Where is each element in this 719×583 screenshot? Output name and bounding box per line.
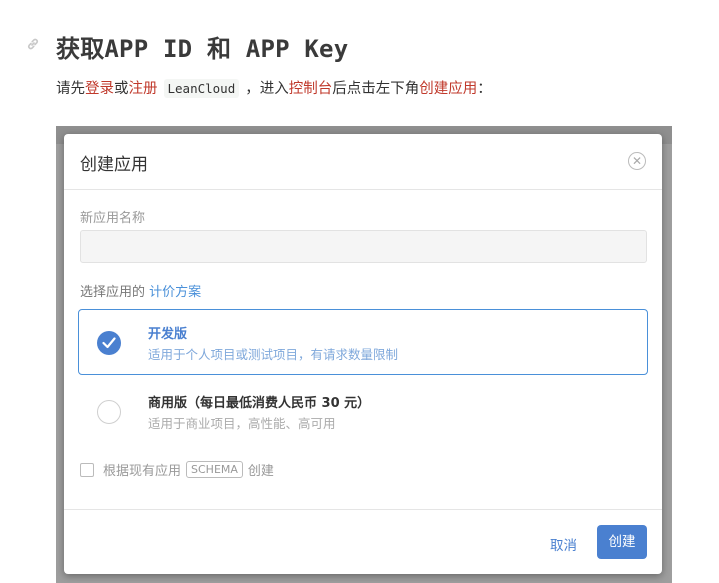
schema-text-after: 创建 — [247, 464, 274, 479]
schema-checkbox[interactable] — [80, 462, 94, 477]
plan-description: 适用于商业项目，高性能、高可用 — [148, 416, 336, 431]
plan-description: 适用于个人项目或测试项目，有请求数量限制 — [148, 347, 399, 362]
intro-text: ，进入 — [245, 81, 289, 97]
close-icon[interactable]: ✕ — [628, 152, 646, 170]
plan-prompt: 选择应用的 计价方案 — [80, 281, 201, 300]
page-title: 获取APP ID 和 APP Key — [56, 35, 349, 63]
login-link[interactable]: 登录 — [85, 81, 114, 97]
register-link[interactable]: 注册 — [129, 81, 158, 97]
link-icon[interactable] — [26, 36, 40, 50]
dialog-footer: 取消 创建 — [64, 509, 662, 574]
plan-name: 开发版 — [148, 327, 188, 342]
app-name-input[interactable] — [80, 230, 647, 263]
product-code: LeanCloud — [163, 79, 240, 98]
create-button[interactable]: 创建 — [597, 525, 647, 559]
radio-checked-icon[interactable] — [97, 331, 121, 355]
radio-unchecked-icon[interactable] — [97, 400, 121, 424]
dialog-header: 创建应用 ✕ — [64, 134, 662, 190]
dialog-title: 创建应用 — [80, 155, 148, 175]
intro-text: 请先 — [56, 81, 85, 97]
cancel-button[interactable]: 取消 — [550, 534, 577, 554]
intro-text: ： — [477, 81, 492, 97]
plan-name: 商用版（每日最低消费人民币 30 元） — [148, 396, 371, 411]
pricing-plan-link[interactable]: 计价方案 — [149, 285, 201, 300]
console-link[interactable]: 控制台 — [289, 81, 333, 97]
schema-tag: SCHEMA — [186, 461, 243, 478]
plan-option-commercial[interactable]: 商用版（每日最低消费人民币 30 元） 适用于商业项目，高性能、高可用 — [78, 378, 648, 444]
create-app-link[interactable]: 创建应用 — [419, 81, 477, 97]
plan-option-dev[interactable]: 开发版 适用于个人项目或测试项目，有请求数量限制 — [78, 309, 648, 375]
app-name-label: 新应用名称 — [80, 211, 146, 226]
create-app-dialog: 创建应用 ✕ 新应用名称 选择应用的 计价方案 开发版 适用于个人项目或测试项目… — [64, 134, 662, 574]
schema-option: 根据现有应用 SCHEMA 创建 — [80, 460, 274, 479]
plan-prompt-text: 选择应用的 — [80, 285, 146, 300]
screenshot-frame: 创建应用 ✕ 新应用名称 选择应用的 计价方案 开发版 适用于个人项目或测试项目… — [56, 126, 672, 583]
intro-paragraph: 请先登录或注册 LeanCloud ，进入控制台后点击左下角创建应用： — [56, 78, 492, 100]
schema-text-before: 根据现有应用 — [103, 464, 182, 479]
intro-text: 后点击左下角 — [332, 81, 420, 97]
intro-text: 或 — [114, 81, 129, 97]
